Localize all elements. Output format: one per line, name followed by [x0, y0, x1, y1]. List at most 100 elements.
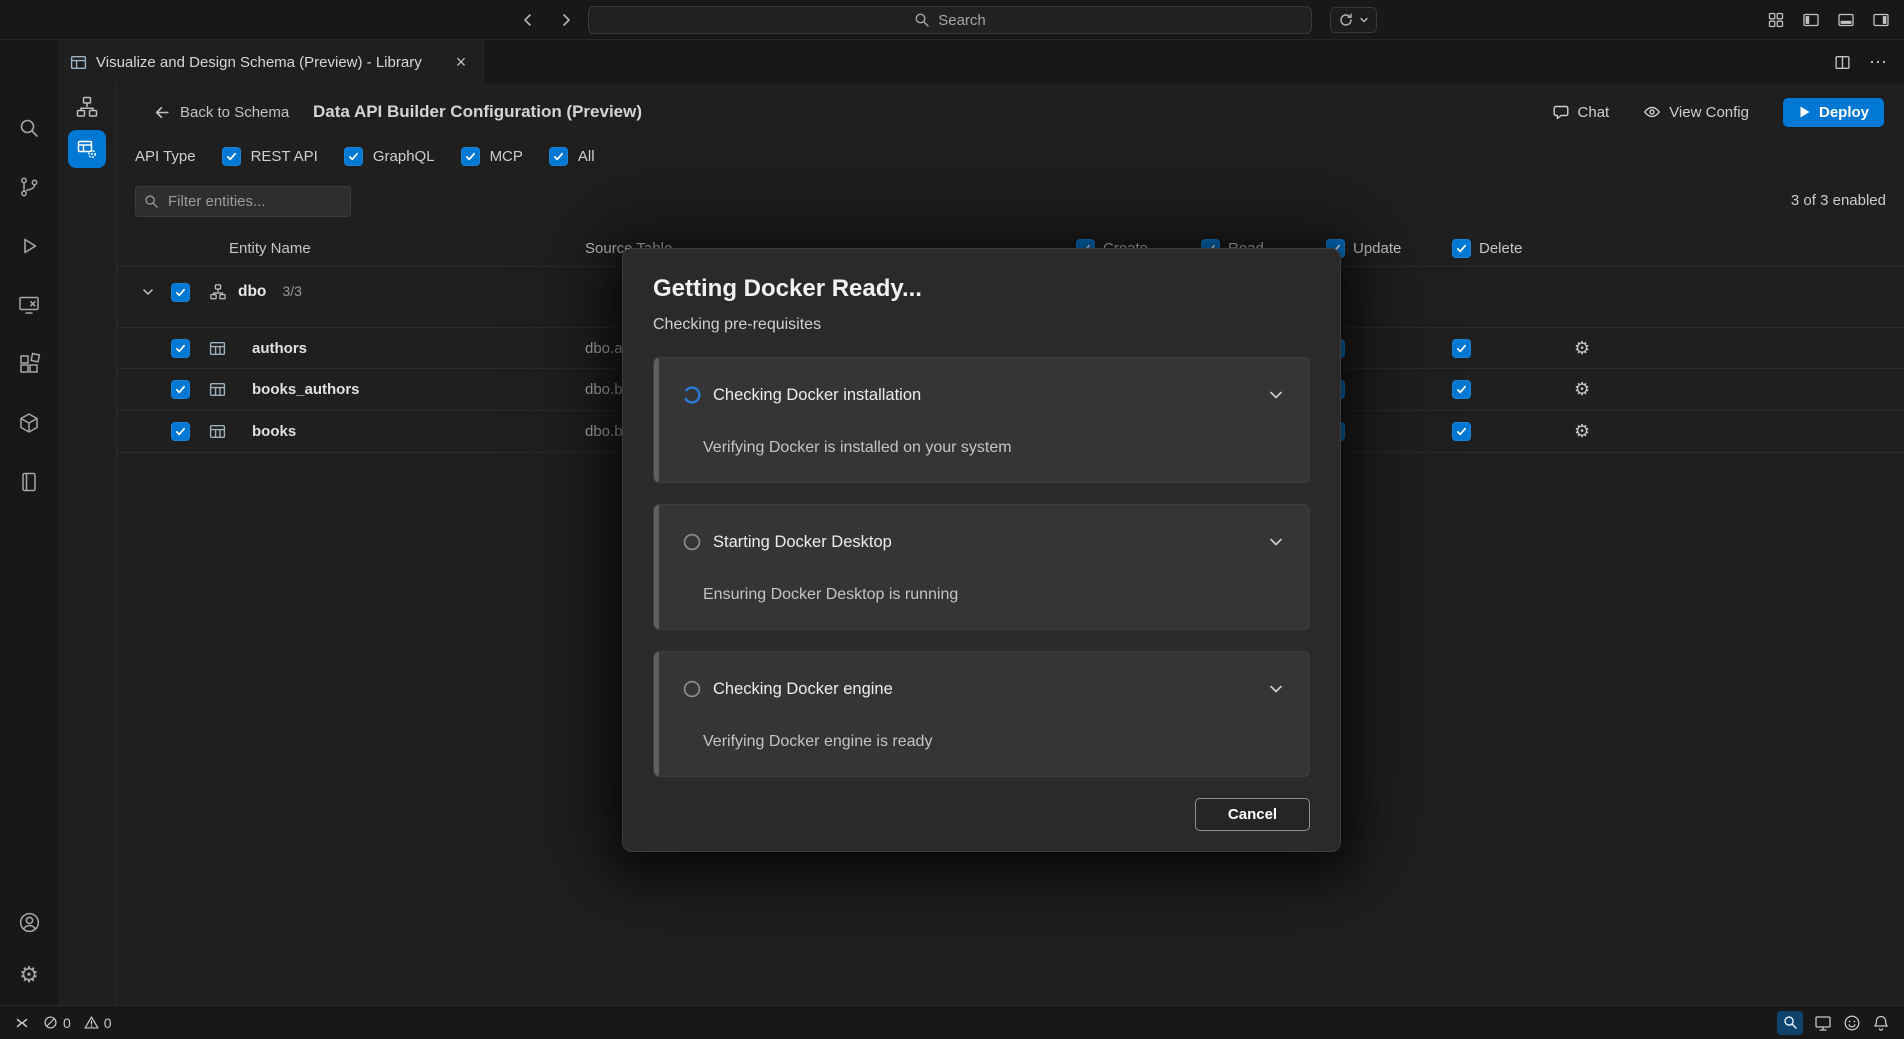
forward-button[interactable]	[556, 10, 576, 30]
iterate-dropdown-button[interactable]	[1330, 7, 1377, 33]
run-debug-icon[interactable]	[16, 233, 42, 259]
layout-controls	[1767, 0, 1890, 40]
row-checkbox[interactable]	[171, 380, 190, 399]
errors-indicator[interactable]: 0	[43, 1015, 71, 1031]
zoom-magnifier-icon	[1783, 1015, 1798, 1030]
enabled-summary: 3 of 3 enabled	[1791, 192, 1886, 209]
filter-search-icon	[144, 194, 159, 209]
pending-circle-icon	[682, 679, 702, 699]
step-label: Checking Docker engine	[713, 680, 893, 699]
row-settings-gear-icon[interactable]: ⚙	[1574, 338, 1634, 359]
dbo-group-checkbox[interactable]	[171, 283, 190, 302]
remote-explorer-icon[interactable]	[16, 292, 42, 318]
all-checkbox[interactable]	[549, 147, 568, 166]
tab-visualize-design-schema[interactable]: Visualize and Design Schema (Preview) - …	[58, 40, 484, 84]
row-settings-gear-icon[interactable]: ⚙	[1574, 421, 1634, 442]
notifications-bell-icon[interactable]	[1872, 1014, 1890, 1032]
feedback-smiley-icon[interactable]	[1843, 1014, 1861, 1032]
column-header-entity-name: Entity Name	[209, 240, 585, 257]
warning-count: 0	[104, 1015, 112, 1031]
row-checkbox[interactable]	[171, 422, 190, 441]
chevron-down-icon	[1359, 15, 1369, 25]
back-to-schema-label: Back to Schema	[180, 104, 289, 121]
activity-bar: ⚙	[0, 40, 58, 1005]
activity-bar-top	[16, 40, 42, 495]
account-icon[interactable]	[16, 909, 42, 935]
filter-option-graphql[interactable]: GraphQL	[344, 147, 435, 166]
delete-checkbox[interactable]	[1452, 422, 1471, 441]
chevron-right-icon	[558, 12, 574, 28]
view-config-button[interactable]: View Config	[1643, 103, 1749, 121]
source-control-icon[interactable]	[16, 174, 42, 200]
entity-name: books	[235, 423, 585, 440]
chat-label: Chat	[1578, 104, 1610, 121]
chevron-down-icon[interactable]	[1267, 680, 1285, 698]
deploy-label: Deploy	[1819, 104, 1869, 121]
group-count: 3/3	[282, 283, 301, 299]
rest-api-checkbox[interactable]	[222, 147, 241, 166]
chevron-down-icon[interactable]	[1267, 533, 1285, 551]
toggle-sidebar-icon[interactable]	[1802, 11, 1820, 29]
titlebar: Search	[0, 0, 1904, 40]
extensions-icon[interactable]	[16, 351, 42, 377]
back-to-schema-link[interactable]: Back to Schema	[154, 104, 289, 121]
step-detail: Verifying Docker engine is ready	[703, 733, 1285, 751]
settings-gear-icon[interactable]: ⚙	[19, 963, 39, 987]
chevron-down-icon[interactable]	[1267, 386, 1285, 404]
all-label: All	[578, 148, 595, 165]
graphql-label: GraphQL	[373, 148, 435, 165]
remote-indicator-icon[interactable]	[14, 1015, 30, 1031]
table-entity-icon	[209, 381, 235, 398]
schema-designer-icon[interactable]	[74, 94, 100, 120]
schema-table-icon	[70, 54, 87, 71]
warning-triangle-icon	[84, 1015, 99, 1030]
tab-close-icon[interactable]: ×	[451, 52, 471, 72]
table-entity-icon	[209, 423, 235, 440]
filter-option-rest-api[interactable]: REST API	[222, 147, 318, 166]
screencast-monitor-icon[interactable]	[1814, 1014, 1832, 1032]
activity-bar-bottom: ⚙	[16, 909, 42, 1005]
eye-icon	[1643, 103, 1661, 121]
filter-entities-input[interactable]	[135, 186, 351, 217]
header-actions: Chat View Config Deploy	[1552, 98, 1884, 127]
filter-option-mcp[interactable]: MCP	[461, 147, 523, 166]
toggle-panel-icon[interactable]	[1837, 11, 1855, 29]
chat-button[interactable]: Chat	[1552, 103, 1610, 121]
customize-layout-icon[interactable]	[1767, 11, 1785, 29]
delete-checkbox[interactable]	[1452, 380, 1471, 399]
group-name-dbo: dbo	[238, 283, 266, 301]
step-docker-engine: Checking Docker engine Verifying Docker …	[653, 651, 1310, 777]
warnings-indicator[interactable]: 0	[84, 1015, 112, 1031]
mcp-label: MCP	[490, 148, 523, 165]
play-icon	[1798, 105, 1811, 119]
chat-bubble-icon	[1552, 103, 1570, 121]
delete-all-checkbox[interactable]	[1452, 239, 1471, 258]
database-projects-icon[interactable]	[16, 469, 42, 495]
editor-actions: ⋯	[1834, 40, 1888, 84]
delete-checkbox[interactable]	[1452, 339, 1471, 358]
expand-chevron-icon[interactable]	[131, 285, 165, 299]
back-button[interactable]	[518, 10, 538, 30]
mcp-checkbox[interactable]	[461, 147, 480, 166]
row-checkbox[interactable]	[171, 339, 190, 358]
more-actions-icon[interactable]: ⋯	[1869, 52, 1888, 73]
filter-option-all[interactable]: All	[549, 147, 595, 166]
row-settings-gear-icon[interactable]: ⚙	[1574, 379, 1634, 400]
command-center-search[interactable]: Search	[588, 6, 1312, 34]
graphql-checkbox[interactable]	[344, 147, 363, 166]
step-detail: Ensuring Docker Desktop is running	[703, 586, 1285, 604]
package-cube-icon[interactable]	[16, 410, 42, 436]
pending-circle-icon	[682, 532, 702, 552]
deploy-button[interactable]: Deploy	[1783, 98, 1884, 127]
dialog-footer: Cancel	[653, 798, 1310, 831]
table-entity-icon	[209, 340, 235, 357]
toggle-secondary-sidebar-icon[interactable]	[1872, 11, 1890, 29]
designer-view-switcher	[58, 84, 117, 1005]
page-title: Data API Builder Configuration (Preview)	[313, 102, 642, 122]
dab-config-active-tile[interactable]	[68, 130, 106, 168]
zoom-indicator[interactable]	[1777, 1011, 1803, 1035]
split-editor-icon[interactable]	[1834, 54, 1851, 71]
cancel-button[interactable]: Cancel	[1195, 798, 1310, 831]
step-label: Checking Docker installation	[713, 386, 921, 405]
search-sidebar-icon[interactable]	[16, 115, 42, 141]
